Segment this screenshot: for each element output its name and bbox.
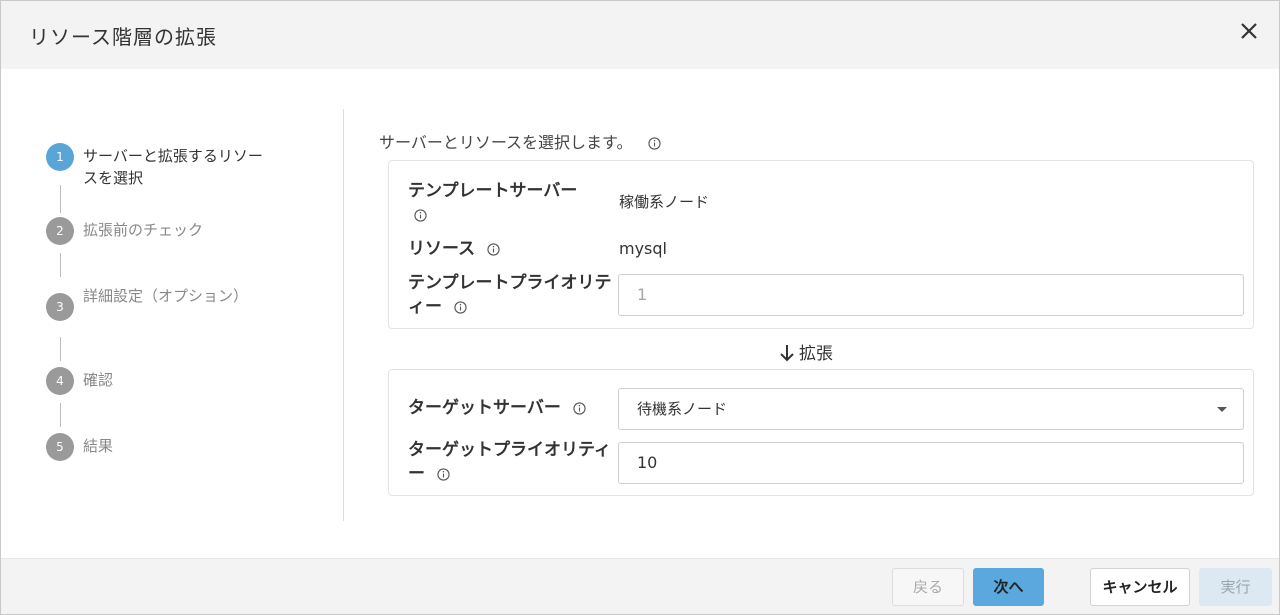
run-button[interactable]: 実行: [1199, 568, 1272, 606]
intro-label: サーバーとリソースを選択します。: [379, 133, 633, 152]
intro-text: サーバーとリソースを選択します。: [379, 129, 661, 153]
chevron-down-icon: [1217, 407, 1227, 412]
target-panel: ターゲットサーバー 待機系ノード ターゲットプライオリティー 10: [388, 369, 1254, 496]
target-priority-input[interactable]: 10: [618, 442, 1244, 484]
source-panel: テンプレートサーバー 稼働系ノード リソース mysql テンプレートプライオリ…: [388, 160, 1254, 329]
step-label: 拡張前のチェック: [83, 221, 204, 239]
next-button[interactable]: 次へ: [973, 568, 1044, 606]
step-label: 確認: [83, 371, 114, 389]
expand-label: 拡張: [799, 344, 833, 364]
target-server-select[interactable]: 待機系ノード: [618, 388, 1244, 430]
info-icon[interactable]: [454, 300, 467, 314]
target-server-label: ターゲットサーバー: [408, 396, 586, 420]
info-icon[interactable]: [437, 467, 450, 481]
dialog-header: リソース階層の拡張: [1, 1, 1279, 69]
stepper-divider: [343, 109, 344, 521]
dialog-footer: [1, 558, 1279, 614]
template-priority-input: 1: [618, 274, 1244, 316]
step-connector: [60, 185, 61, 213]
info-icon[interactable]: [647, 137, 661, 150]
target-server-value: 待機系ノード: [637, 400, 728, 418]
step-label: 詳細設定（オプション）: [83, 287, 249, 305]
template-server-label: テンプレートサーバー: [408, 179, 608, 227]
resource-value: mysql: [619, 239, 667, 258]
info-icon[interactable]: [573, 401, 586, 415]
expand-indicator: 拡張: [779, 339, 833, 364]
step-number: 1: [46, 143, 74, 171]
step-connector: [60, 253, 61, 277]
dialog-title: リソース階層の拡張: [29, 25, 217, 49]
step-label: サーバーと拡張するリソースを選択: [83, 147, 263, 187]
step-number: 4: [46, 367, 74, 395]
template-priority-label: テンプレートプライオリティー: [408, 273, 612, 317]
back-button[interactable]: 戻る: [892, 568, 964, 606]
step-label: 結果: [83, 437, 114, 455]
close-icon: [1241, 23, 1257, 39]
step-number: 2: [46, 217, 74, 245]
step-connector: [60, 403, 61, 427]
step-connector: [60, 337, 61, 361]
info-icon[interactable]: [414, 208, 427, 222]
step-number: 3: [46, 293, 74, 321]
target-priority-label: ターゲットプライオリティー: [408, 440, 611, 484]
info-icon[interactable]: [487, 242, 500, 256]
resource-label: リソース: [408, 237, 500, 261]
arrow-down-icon: [780, 345, 794, 362]
template-server-value: 稼働系ノード: [619, 193, 710, 211]
close-button[interactable]: [1237, 19, 1261, 43]
resource-hierarchy-extend-dialog: リソース階層の拡張 1 サーバーと拡張するリソースを選択 2 拡張前のチェック …: [0, 0, 1280, 615]
step-number: 5: [46, 433, 74, 461]
cancel-button[interactable]: キャンセル: [1090, 568, 1190, 606]
